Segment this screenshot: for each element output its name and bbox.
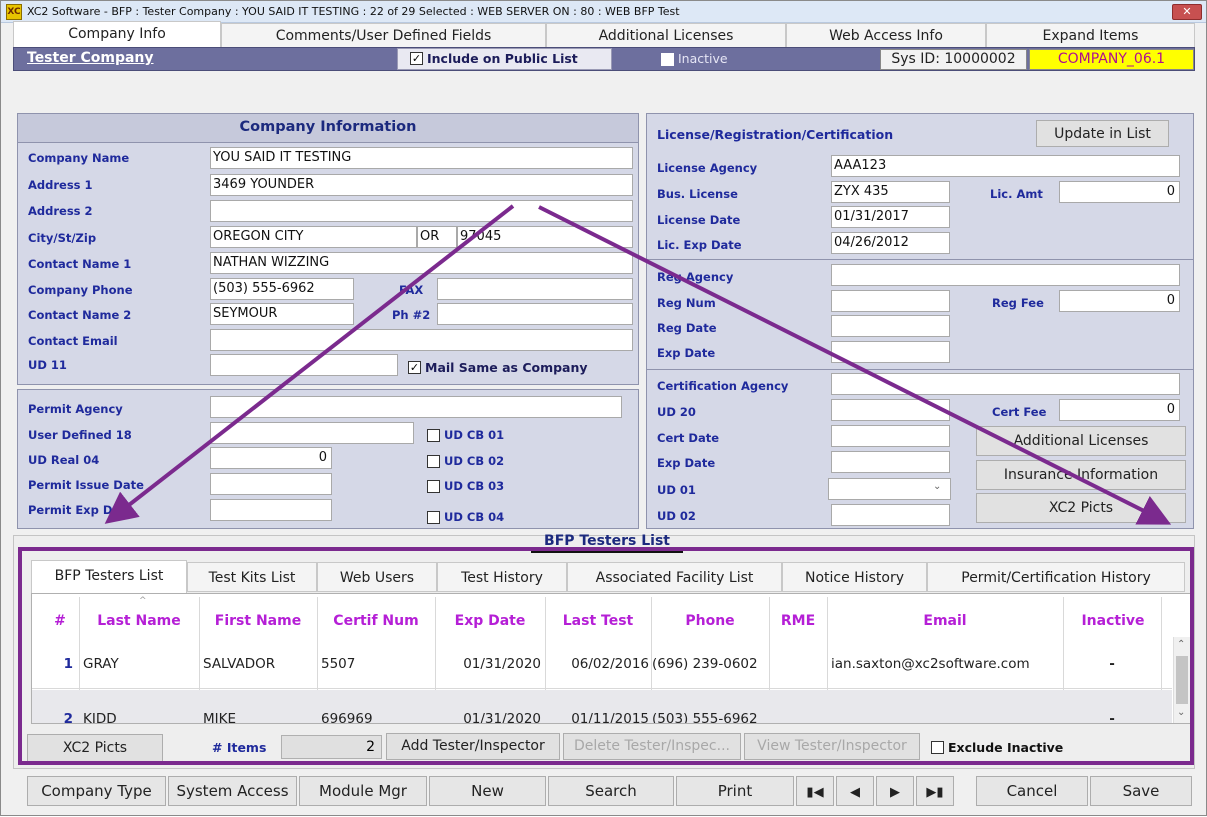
first-record-button[interactable]: ▮◀: [796, 776, 834, 806]
last-record-icon: ▶▮: [926, 785, 944, 800]
last-record-button[interactable]: ▶▮: [916, 776, 954, 806]
next-record-icon: ▶: [890, 785, 900, 800]
annotation-arrow-right: [538, 205, 1172, 525]
cancel-button[interactable]: Cancel: [976, 776, 1088, 806]
company-type-button[interactable]: Company Type: [27, 776, 166, 806]
next-record-button[interactable]: ▶: [876, 776, 914, 806]
system-access-button[interactable]: System Access: [168, 776, 297, 806]
annotation-arrows: [104, 204, 1172, 525]
previous-record-icon: ◀: [850, 785, 860, 800]
module-manager-button[interactable]: Module Mgr: [299, 776, 427, 806]
print-button[interactable]: Print: [676, 776, 794, 806]
search-button[interactable]: Search: [548, 776, 674, 806]
annotation-arrow-left: [104, 204, 515, 524]
new-button[interactable]: New: [429, 776, 546, 806]
app-window: XC XC2 Software - BFP : Tester Company :…: [0, 0, 1207, 816]
save-button[interactable]: Save: [1090, 776, 1192, 806]
first-record-icon: ▮◀: [806, 785, 824, 800]
previous-record-button[interactable]: ◀: [836, 776, 874, 806]
